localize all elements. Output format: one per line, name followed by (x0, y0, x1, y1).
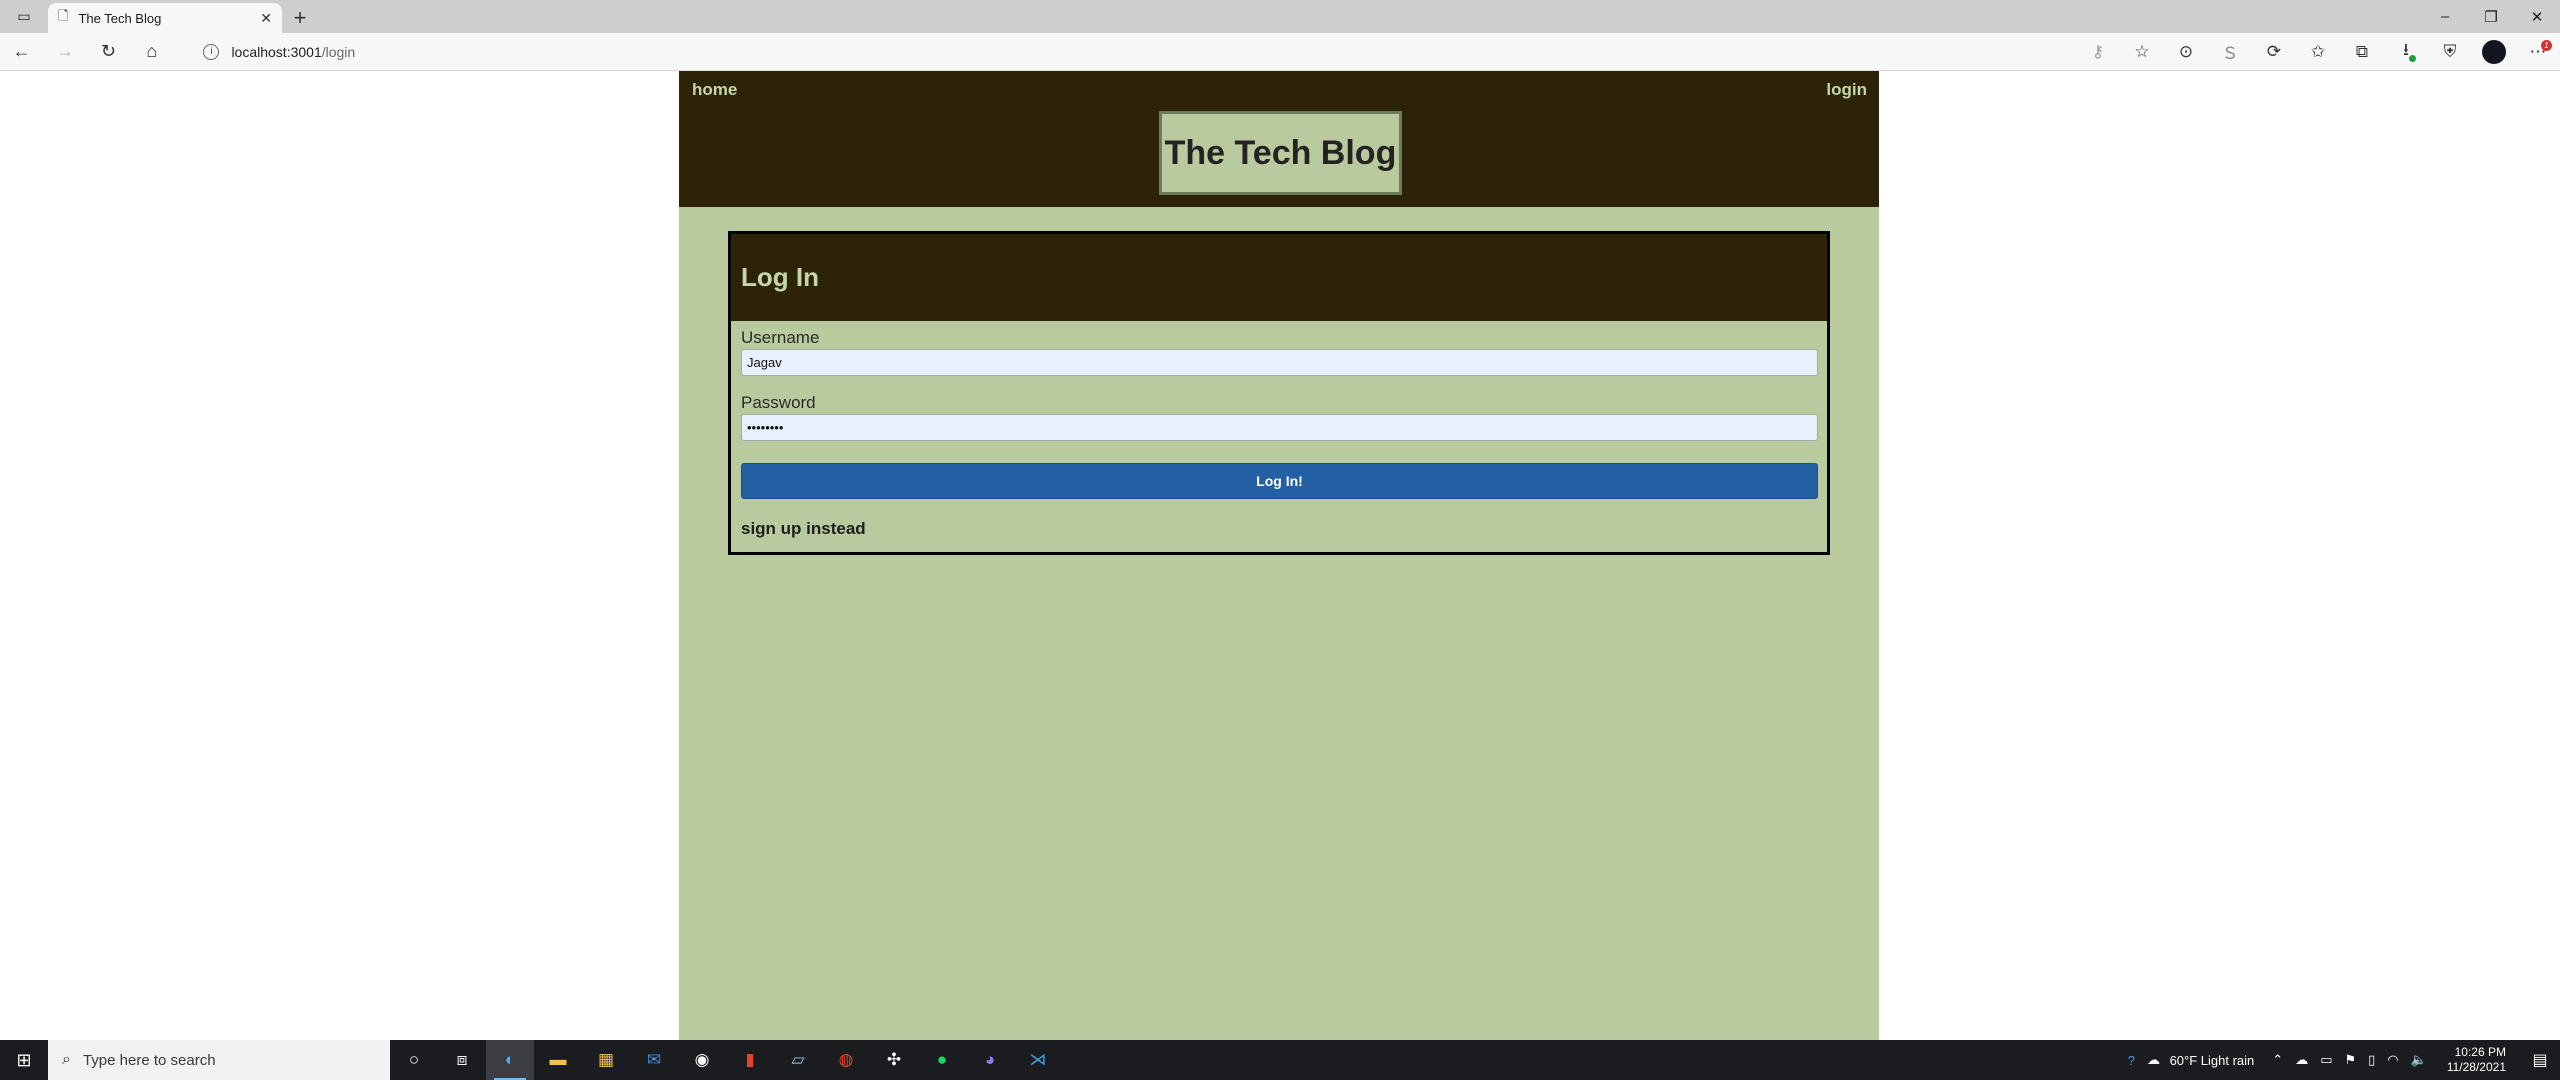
url-host: localhost:3001 (231, 43, 322, 60)
back-button[interactable]: ← (0, 33, 43, 71)
avatar[interactable] (2482, 39, 2506, 64)
cortana-icon[interactable]: ○ (390, 1040, 438, 1080)
toolbar-actions: ⚷ ☆ ⊙ Ｓ ⟳ ✩ ⧉ ⭳ ⛨ ⋯ 1 (2076, 33, 2560, 71)
nav-home-link[interactable]: home (692, 80, 737, 100)
add-favorite-icon[interactable]: ☆ (2120, 33, 2164, 71)
file-explorer-icon[interactable]: ▬ (534, 1040, 582, 1080)
username-field[interactable] (741, 349, 1818, 376)
tab-actions-button[interactable]: ▭ (0, 0, 48, 33)
task-view-icon[interactable]: ⧈ (438, 1040, 486, 1080)
favorites-icon[interactable]: ✩ (2296, 33, 2340, 71)
url-path: /login (321, 43, 356, 60)
volume-icon[interactable]: 🔈 (2405, 1052, 2433, 1068)
site-title: The Tech Blog (1159, 111, 1402, 195)
extensions-puzzle-icon[interactable]: ⟳ (2252, 33, 2296, 71)
tab-the-tech-blog[interactable]: 🗋 The Tech Blog ✕ (48, 3, 282, 33)
search-icon: ⌕ (62, 1051, 71, 1068)
tab-close-button[interactable]: ✕ (260, 10, 272, 27)
address-bar[interactable]: i localhost:3001/login (203, 38, 2076, 66)
new-tab-button[interactable]: + (282, 3, 318, 33)
tray-chevron-icon[interactable]: ⌃ (2266, 1052, 2289, 1068)
settings-more-icon[interactable]: ⋯ 1 (2516, 33, 2560, 71)
extension-s-icon[interactable]: Ｓ (2208, 33, 2252, 71)
firefox-icon[interactable]: ◕ (966, 1040, 1014, 1080)
chrome-icon[interactable]: ◍ (822, 1040, 870, 1080)
browser-tabstrip: ▭ 🗋 The Tech Blog ✕ + – ❐ ✕ (0, 0, 2560, 33)
password-field[interactable] (741, 414, 1818, 441)
onedrive-icon[interactable]: ☁ (2289, 1052, 2314, 1068)
mail-icon[interactable]: ✉ (630, 1040, 678, 1080)
downloads-icon[interactable]: ⭳ (2384, 33, 2428, 71)
store-icon[interactable]: ▦ (582, 1040, 630, 1080)
minimize-button[interactable]: – (2422, 0, 2468, 33)
flag-icon[interactable]: ⚑ (2338, 1052, 2362, 1068)
page-icon: 🗋 (58, 8, 69, 23)
login-button[interactable]: Log In! (741, 463, 1818, 499)
signup-link[interactable]: sign up instead (741, 519, 866, 539)
restore-button[interactable]: ❐ (2468, 0, 2514, 33)
refresh-button[interactable]: ↻ (87, 33, 130, 71)
nav-login-link[interactable]: login (1826, 80, 1867, 100)
clock-time: 10:26 PM (2454, 1045, 2506, 1059)
battery-icon[interactable]: ▯ (2362, 1052, 2381, 1068)
office-icon[interactable]: ▮ (726, 1040, 774, 1080)
taskbar: ⊞ ⌕ Type here to search ○ ⧈ ◐ ▬ ▦ ✉ ◉ ▮ … (0, 1040, 2560, 1080)
page-container: home login The Tech Blog Log In Username… (679, 71, 1879, 1040)
wifi-icon[interactable]: ◠ (2381, 1052, 2404, 1068)
forward-button[interactable]: → (43, 33, 86, 71)
clock[interactable]: 10:26 PM 11/28/2021 (2433, 1045, 2520, 1075)
slack-icon[interactable]: ✣ (870, 1040, 918, 1080)
app-icon[interactable]: ◉ (678, 1040, 726, 1080)
login-form: Username Password Log In! sign up instea… (731, 321, 1827, 539)
extension-icon[interactable]: ⊙ (2164, 33, 2208, 71)
site-header: home login The Tech Blog (679, 71, 1879, 207)
login-card: Log In Username Password Log In! sign up… (728, 231, 1830, 555)
login-card-title: Log In (731, 234, 1827, 321)
spotify-icon[interactable]: ● (918, 1040, 966, 1080)
clock-date: 11/28/2021 (2446, 1060, 2506, 1074)
notification-center-icon[interactable]: ▤ (2520, 1050, 2560, 1070)
weather-text: 60°F Light rain (2169, 1052, 2255, 1068)
taskbar-search[interactable]: ⌕ Type here to search (48, 1040, 390, 1080)
windows-start-icon[interactable]: ⊞ (0, 1040, 48, 1080)
browser-toolbar: ← → ↻ ⌂ i localhost:3001/login ⚷ ☆ ⊙ Ｓ ⟳… (0, 33, 2560, 71)
search-placeholder: Type here to search (82, 1051, 216, 1069)
vscode-icon[interactable]: ⋊ (1014, 1040, 1062, 1080)
weather-widget[interactable]: ☁ 60°F Light rain (2141, 1052, 2266, 1068)
display-icon[interactable]: ▭ (2314, 1052, 2338, 1068)
tab-actions-icon: ▭ (17, 8, 31, 24)
notification-badge: 1 (2541, 39, 2552, 51)
edge-browser-icon[interactable]: ◐ (486, 1040, 534, 1080)
home-button[interactable]: ⌂ (130, 33, 173, 71)
key-icon[interactable]: ⚷ (2076, 33, 2120, 71)
close-window-button[interactable]: ✕ (2514, 0, 2560, 33)
password-label: Password (741, 393, 816, 412)
help-icon[interactable]: ? (2122, 1053, 2141, 1068)
collections-icon[interactable]: ⧉ (2340, 33, 2384, 71)
window-controls: – ❐ ✕ (2422, 0, 2560, 33)
username-label: Username (741, 328, 820, 347)
notes-icon[interactable]: ▱ (774, 1040, 822, 1080)
download-status-dot (2409, 54, 2416, 62)
site-info-icon[interactable]: i (203, 43, 220, 60)
tab-title: The Tech Blog (78, 10, 162, 26)
shield-extension-icon[interactable]: ⛨ (2428, 33, 2472, 71)
system-tray: ? ☁ 60°F Light rain ⌃ ☁ ▭ ⚑ ▯ ◠ 🔈 10:26 … (2122, 1040, 2560, 1080)
